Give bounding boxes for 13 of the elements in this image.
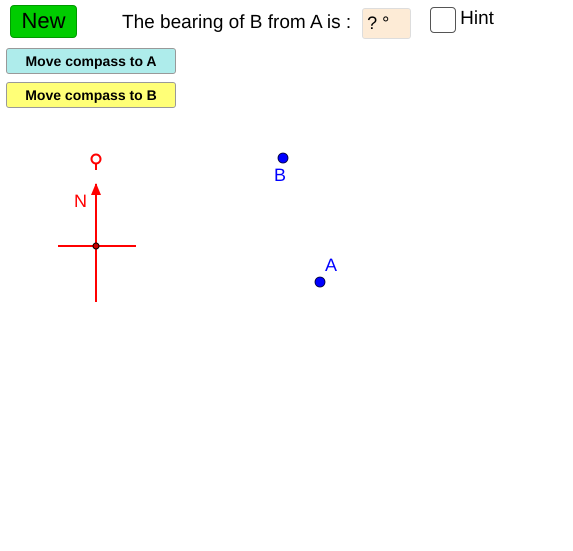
hint-label: Hint [460, 8, 494, 30]
point-label: A [325, 255, 338, 275]
point-marker[interactable] [314, 276, 326, 288]
move-compass-button[interactable]: Move compass to B [6, 82, 176, 108]
point-marker[interactable] [278, 152, 288, 164]
north-label: N [74, 191, 87, 211]
answer-field[interactable]: ? ° [362, 8, 412, 38]
point-label: B [274, 165, 286, 185]
hint-checkbox[interactable] [430, 7, 456, 33]
compass-drawing[interactable] [58, 154, 136, 302]
new-button[interactable]: New [10, 4, 77, 38]
move-compass-button[interactable]: Move compass to A [6, 48, 176, 74]
question-text: The bearing of B from A is : [122, 12, 352, 34]
